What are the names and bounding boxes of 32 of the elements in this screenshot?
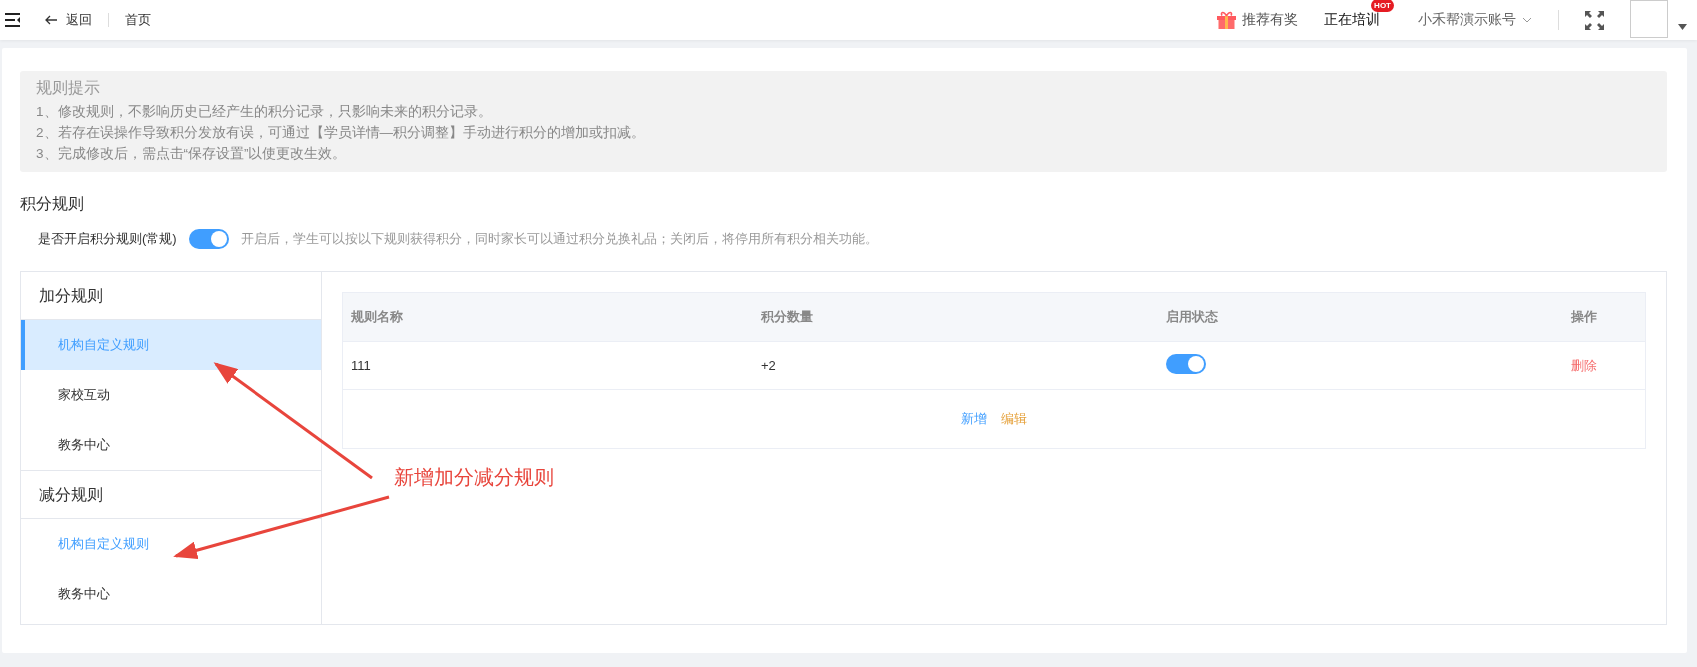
tip-line: 2、若存在误操作导致积分发放有误，可通过【学员详情—积分调整】手动进行积分的增加或扣减。 [36,124,646,142]
sidebar-item[interactable]: 教务中心 [21,569,321,619]
column-header: 积分数量 [761,308,814,326]
account-menu[interactable]: 小禾帮演示账号 [1418,11,1516,29]
sidebar-item[interactable]: 家校互动 [21,370,321,420]
points-rule-switch[interactable] [188,229,229,249]
column-header: 操作 [1571,308,1598,326]
switch-label: 是否开启积分规则(常规) [38,230,177,248]
chevron-down-icon[interactable] [1522,17,1532,23]
back-link[interactable]: 返回 [66,11,92,29]
column-header: 规则名称 [351,308,404,326]
sidebar-item[interactable]: 教务中心 [21,420,321,470]
column-header: 启用状态 [1166,308,1219,326]
gift-icon [1217,11,1236,29]
enable-switch[interactable] [1166,354,1206,374]
section-title: 积分规则 [20,194,85,214]
tip-title: 规则提示 [36,78,101,98]
training-link[interactable]: 正在培训 [1324,11,1380,27]
sidebar-group-title: 减分规则 [21,470,321,519]
fullscreen-icon[interactable] [1585,10,1604,30]
back-arrow-icon[interactable] [45,15,58,25]
tip-line: 3、完成修改后，需点击“保存设置”以使更改生效。 [36,145,348,163]
table-cell-text: +2 [761,358,777,373]
annotation-text: 新增加分减分规则 [394,465,554,490]
switch-hint: 开启后，学生可以按以下规则获得积分，同时家长可以通过积分兑换礼品；关闭后，将停用所有积分相关功能。 [240,230,878,248]
breadcrumb-link[interactable]: 首页 [125,11,151,29]
caret-down-icon[interactable] [1678,24,1687,30]
tip-line: 1、修改规则，不影响历史已经产生的积分记录，只影响未来的积分记录。 [36,103,493,121]
referral-link[interactable]: 推荐有奖 [1242,11,1298,29]
menu-icon[interactable] [5,13,21,27]
table-cell-text: 111 [351,358,372,373]
hot-badge: HOT [1371,0,1394,12]
